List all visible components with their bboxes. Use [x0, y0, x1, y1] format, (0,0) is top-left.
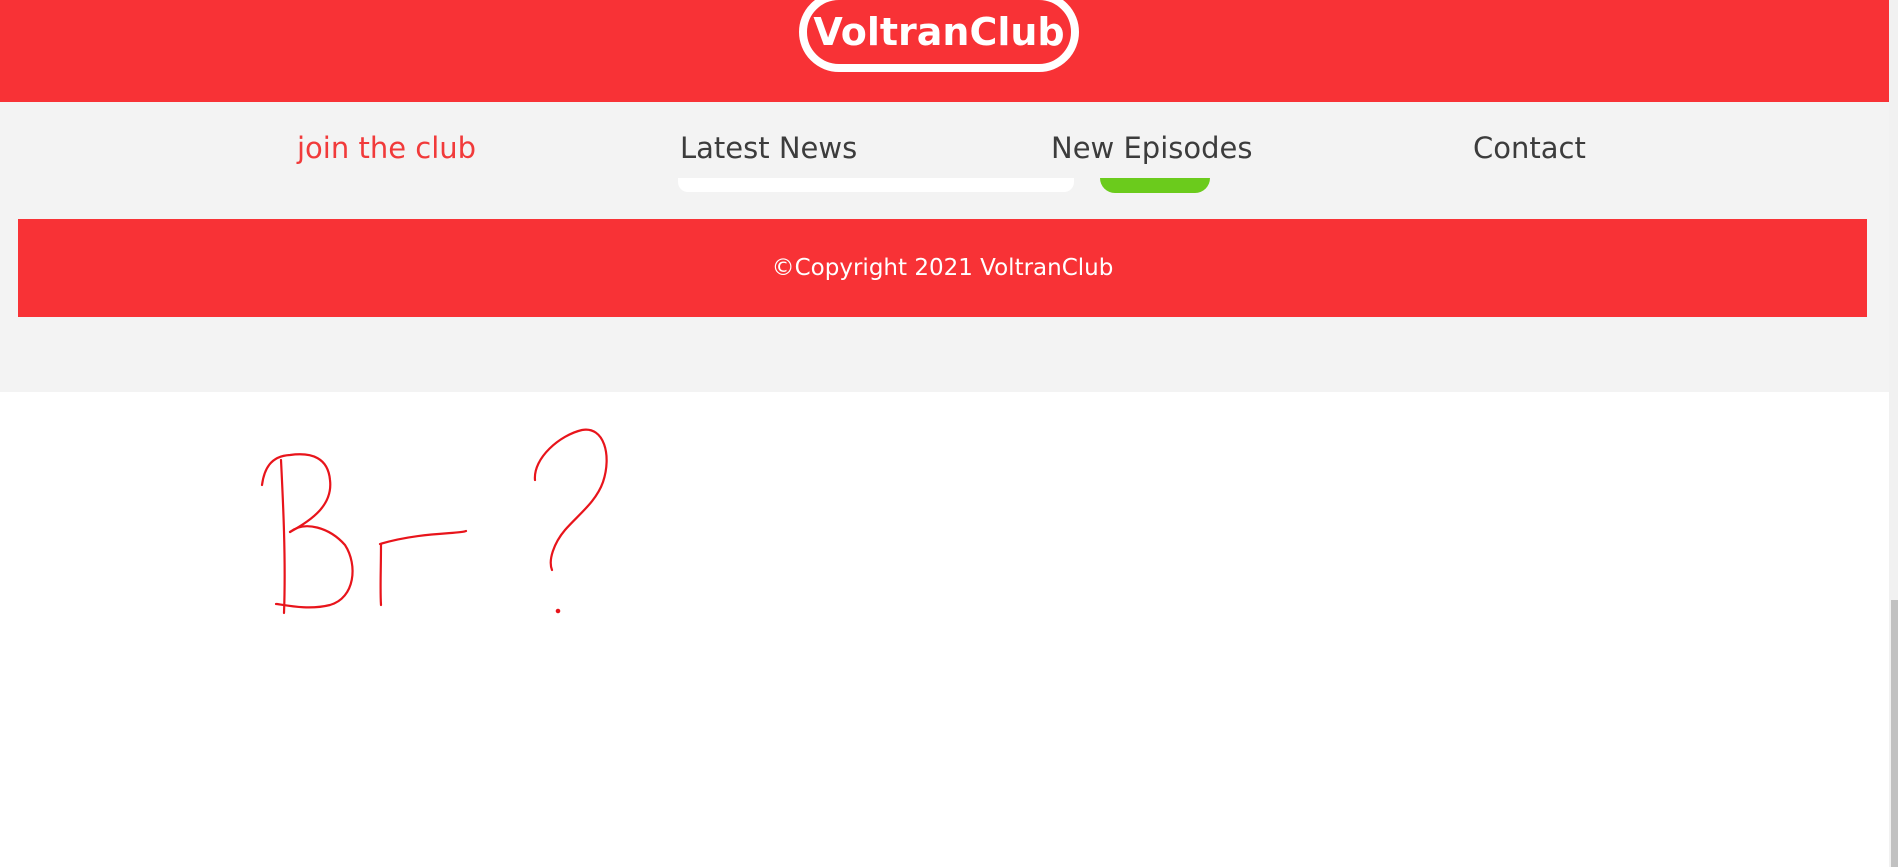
annotation-letter-r-arm — [378, 529, 468, 546]
annotation-question-dot — [555, 608, 561, 614]
handwritten-annotation — [260, 428, 608, 615]
page: VoltranClub join the club Latest News Ne… — [0, 0, 1898, 867]
annotation-letter-b-top — [260, 453, 332, 534]
annotation-letter-b-bottom — [274, 525, 354, 609]
annotation-letter-b-stem — [279, 458, 286, 615]
annotation-question-mark — [533, 428, 608, 572]
scrollbar-thumb[interactable] — [1891, 600, 1898, 867]
